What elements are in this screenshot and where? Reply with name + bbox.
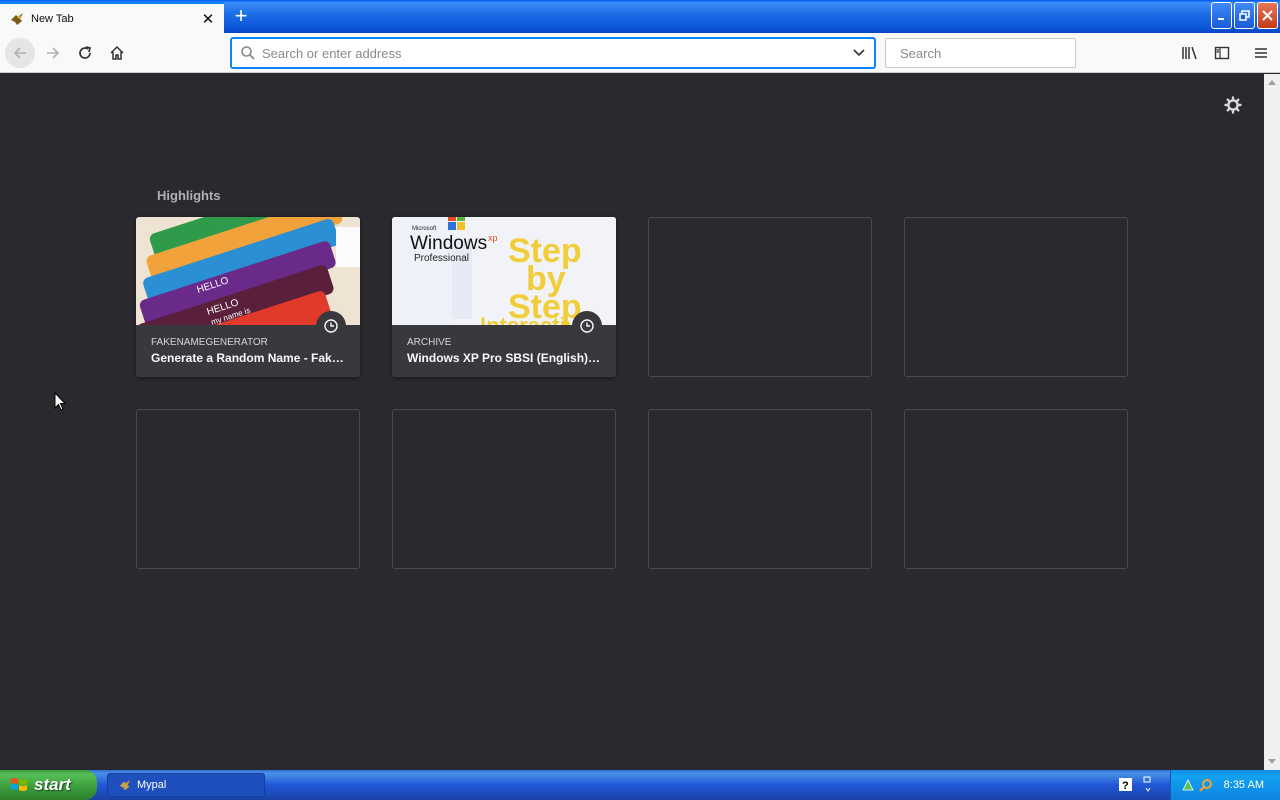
close-window-button[interactable] <box>1257 2 1278 29</box>
start-label: start <box>34 775 71 794</box>
system-tray: 8:35 AM <box>1170 770 1280 800</box>
sidebar-icon <box>1214 46 1230 60</box>
mypal-icon <box>11 12 23 25</box>
tab-strip: New Tab ✕ + <box>0 0 1280 33</box>
new-tab-page: Highlights HELLO HELLO my name is FAKENA… <box>0 74 1264 770</box>
taskbar: start Mypal ? 8:35 AM <box>0 770 1280 800</box>
card-title: Windows XP Pro SBSI (English) : Free Dow… <box>407 351 603 365</box>
mypal-icon <box>119 779 131 791</box>
hamburger-menu-icon <box>1255 48 1267 58</box>
empty-highlight-slot <box>904 217 1128 377</box>
card-thumbnail: Microsoft Windows xp Professional Step b… <box>392 217 616 325</box>
back-arrow-icon <box>13 47 26 59</box>
scroll-down-icon[interactable] <box>1264 754 1280 770</box>
highlight-card[interactable]: HELLO HELLO my name is FAKENAMEGENERATOR… <box>136 217 360 377</box>
search-tray-icon[interactable] <box>1199 778 1213 792</box>
windows-logo-icon <box>11 778 27 791</box>
card-title: Generate a Random Name - Fake Name Gener… <box>151 351 347 365</box>
thumb-text: Microsoft <box>412 226 437 232</box>
empty-highlight-slot <box>648 409 872 569</box>
thumb-text: Windows <box>410 233 487 254</box>
card-host: ARCHIVE <box>407 337 452 348</box>
empty-highlight-slot <box>648 217 872 377</box>
taskbar-window-mypal[interactable]: Mypal <box>107 773 265 797</box>
help-icon[interactable]: ? <box>1119 778 1132 791</box>
scrollbar[interactable] <box>1264 74 1280 770</box>
close-icon <box>1262 10 1273 21</box>
library-icon <box>1182 46 1197 60</box>
restore-icon <box>1239 10 1250 21</box>
card-host: FAKENAMEGENERATOR <box>151 337 268 348</box>
menu-button[interactable] <box>1246 38 1276 68</box>
search-bar[interactable] <box>885 38 1076 68</box>
search-input[interactable] <box>894 45 1076 61</box>
minimize-icon <box>1217 17 1224 20</box>
empty-highlight-slot <box>904 409 1128 569</box>
history-clock-icon <box>316 311 346 341</box>
card-thumbnail: HELLO HELLO my name is <box>136 217 360 325</box>
reload-icon <box>79 46 92 59</box>
language-bar-icon[interactable] <box>1143 776 1153 794</box>
home-button[interactable] <box>102 38 132 68</box>
taskbar-window-label: Mypal <box>137 779 167 791</box>
search-icon <box>241 46 255 60</box>
scroll-up-icon[interactable] <box>1264 74 1280 90</box>
empty-highlight-slot <box>136 409 360 569</box>
reload-button[interactable] <box>70 38 100 68</box>
minimize-button[interactable] <box>1211 2 1232 29</box>
address-bar[interactable] <box>231 38 875 68</box>
address-input[interactable] <box>256 39 852 67</box>
forward-arrow-icon <box>47 47 60 59</box>
window-controls <box>1211 2 1278 29</box>
home-icon <box>110 45 124 60</box>
highlights-title: Highlights <box>157 188 221 203</box>
forward-button[interactable] <box>38 38 68 68</box>
new-tab-button[interactable]: + <box>229 5 253 29</box>
thumb-text: Professional <box>414 253 469 264</box>
start-button[interactable]: start <box>0 770 97 800</box>
back-button[interactable] <box>5 38 35 68</box>
svg-text:?: ? <box>1122 780 1129 791</box>
clock[interactable]: 8:35 AM <box>1224 779 1264 791</box>
mouse-cursor-icon <box>54 392 66 411</box>
thumb-text: xp <box>488 233 498 243</box>
gear-icon[interactable] <box>1224 96 1242 114</box>
network-icon[interactable] <box>1181 778 1195 792</box>
navigation-toolbar <box>0 33 1280 73</box>
restore-button[interactable] <box>1234 2 1255 29</box>
chevron-down-icon[interactable] <box>852 46 866 60</box>
highlight-card[interactable]: Microsoft Windows xp Professional Step b… <box>392 217 616 377</box>
close-tab-icon[interactable]: ✕ <box>198 9 218 29</box>
library-button[interactable] <box>1175 38 1205 68</box>
tab-title: New Tab <box>31 12 74 25</box>
history-clock-icon <box>572 311 602 341</box>
tab-new-tab[interactable]: New Tab ✕ <box>0 2 224 33</box>
sidebar-button[interactable] <box>1207 38 1237 68</box>
empty-highlight-slot <box>392 409 616 569</box>
